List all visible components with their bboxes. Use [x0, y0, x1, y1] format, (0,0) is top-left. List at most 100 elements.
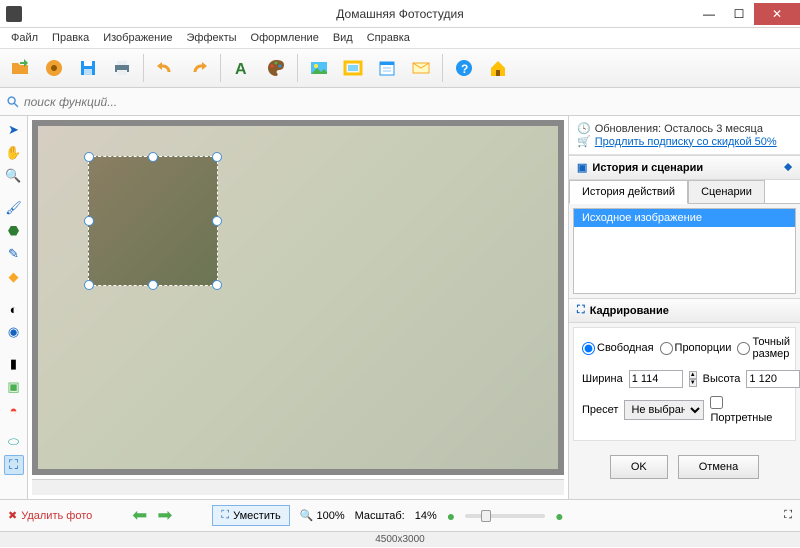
open-button[interactable]	[4, 52, 36, 84]
menu-edit[interactable]: Правка	[45, 30, 96, 46]
width-input[interactable]	[629, 370, 683, 388]
crop-handle-t[interactable]	[148, 152, 158, 162]
window-title: Домашняя Фотостудия	[336, 7, 463, 21]
tool-layers[interactable]: ▣	[4, 377, 24, 397]
horizontal-scrollbar[interactable]	[32, 479, 564, 495]
tool-pointer[interactable]: ➤	[4, 120, 24, 140]
width-label: Ширина	[582, 373, 623, 385]
menu-help[interactable]: Справка	[360, 30, 417, 46]
mode-free[interactable]: Свободная	[582, 336, 654, 360]
history-icon: ▣	[577, 161, 587, 174]
mode-prop[interactable]: Пропорции	[660, 336, 732, 360]
crop-handle-tr[interactable]	[212, 152, 222, 162]
save-button[interactable]	[72, 52, 104, 84]
help-button[interactable]: ?	[448, 52, 480, 84]
tool-patch[interactable]: ◓	[4, 400, 24, 420]
minimize-button[interactable]: —	[694, 3, 724, 25]
zoom-in-button[interactable]: ●	[555, 508, 563, 524]
prev-button[interactable]: ⬅	[132, 505, 147, 526]
menu-view[interactable]: Вид	[326, 30, 360, 46]
history-tabs: История действий Сценарии	[569, 180, 800, 204]
delete-icon: ✖	[8, 509, 17, 522]
canvas[interactable]	[32, 120, 564, 475]
crop-handle-l[interactable]	[84, 216, 94, 226]
cart-icon: 🛒	[577, 135, 591, 148]
image-dimensions: 4500x3000	[375, 534, 425, 545]
tool-brush[interactable]: 🖌	[4, 198, 24, 218]
left-toolbar: ➤ ✋ 🔍 🖌 ⬣ ✎ ◆ ◐ ◉ ▮ ▣ ◓ ⬭ ⛶	[0, 116, 28, 499]
photo-image	[38, 126, 558, 469]
crop-handle-tl[interactable]	[84, 152, 94, 162]
delete-photo-button[interactable]: ✖Удалить фото	[8, 509, 92, 522]
ok-button[interactable]: OK	[610, 455, 668, 479]
crop-handle-br[interactable]	[212, 280, 222, 290]
height-input[interactable]	[746, 370, 800, 388]
menu-bar: Файл Правка Изображение Эффекты Оформлен…	[0, 28, 800, 48]
mode-exact[interactable]: Точный размер	[737, 336, 790, 360]
fit-button[interactable]: ⛶Уместить	[212, 505, 289, 526]
renew-link[interactable]: Продлить подписку со скидкой 50%	[595, 136, 777, 148]
main-toolbar: A ?	[0, 48, 800, 88]
tool-gradient[interactable]: ▮	[4, 354, 24, 374]
tab-scenarios[interactable]: Сценарии	[688, 180, 765, 203]
redo-button[interactable]	[183, 52, 215, 84]
next-button[interactable]: ➡	[157, 505, 172, 526]
search-icon	[6, 95, 20, 109]
update-notice: 🕓 Обновления: Осталось 3 месяца 🛒 Продлить…	[569, 116, 800, 155]
tool-hand[interactable]: ✋	[4, 143, 24, 163]
calendar-button[interactable]	[371, 52, 403, 84]
tool-zoom[interactable]: 🔍	[4, 166, 24, 186]
tool-crop[interactable]: ⛶	[4, 455, 24, 475]
zoom-100-button[interactable]: 🔍100%	[300, 509, 345, 522]
tool-pen[interactable]: ✎	[4, 244, 24, 264]
cancel-button[interactable]: Отмена	[678, 455, 759, 479]
title-bar: Домашняя Фотостудия — ☐ ✕	[0, 0, 800, 28]
palette-button[interactable]	[260, 52, 292, 84]
collapse-icon[interactable]: ⬥	[784, 161, 792, 174]
menu-file[interactable]: Файл	[4, 30, 45, 46]
postcard-button[interactable]	[405, 52, 437, 84]
undo-button[interactable]	[149, 52, 181, 84]
crop-rectangle[interactable]	[88, 156, 218, 286]
zoom-slider-thumb[interactable]	[481, 510, 491, 522]
recent-button[interactable]	[38, 52, 70, 84]
portrait-checkbox[interactable]: Портретные	[710, 396, 787, 424]
history-item-original[interactable]: Исходное изображение	[574, 209, 795, 227]
update-text: Обновления: Осталось 3 месяца	[595, 123, 763, 135]
svg-text:?: ?	[461, 62, 468, 76]
clock-icon: 🕓	[577, 122, 591, 135]
zoom-slider[interactable]	[465, 514, 545, 518]
tool-blur[interactable]: ◉	[4, 322, 24, 342]
history-list[interactable]: Исходное изображение	[573, 208, 796, 294]
crop-handle-b[interactable]	[148, 280, 158, 290]
crop-handle-r[interactable]	[212, 216, 222, 226]
tool-stamp[interactable]: ⬣	[4, 221, 24, 241]
scale-value: 14%	[415, 510, 437, 522]
tool-contrast[interactable]: ◐	[4, 299, 24, 319]
status-bar: 4500x3000	[0, 531, 800, 547]
menu-effects[interactable]: Эффекты	[180, 30, 244, 46]
search-input[interactable]	[20, 95, 794, 109]
expand-button[interactable]: ⛶	[784, 509, 792, 522]
preset-select[interactable]: Не выбрано	[624, 400, 704, 420]
maximize-button[interactable]: ☐	[724, 3, 754, 25]
right-panel: 🕓 Обновления: Осталось 3 месяца 🛒 Продлить…	[568, 116, 800, 499]
text-button[interactable]: A	[226, 52, 258, 84]
tool-shape[interactable]: ◆	[4, 267, 24, 287]
zoom-out-button[interactable]: ●	[447, 508, 455, 524]
home-button[interactable]	[482, 52, 514, 84]
close-button[interactable]: ✕	[754, 3, 800, 25]
image-button[interactable]	[303, 52, 335, 84]
menu-image[interactable]: Изображение	[96, 30, 179, 46]
width-spinner[interactable]: ▲▼	[689, 371, 697, 387]
canvas-area	[28, 116, 568, 499]
zoom-icon: 🔍	[300, 509, 314, 522]
height-label: Высота	[703, 373, 741, 385]
frame-button[interactable]	[337, 52, 369, 84]
print-button[interactable]	[106, 52, 138, 84]
tab-history[interactable]: История действий	[569, 180, 688, 204]
menu-decoration[interactable]: Оформление	[244, 30, 326, 46]
tool-eraser[interactable]: ⬭	[4, 432, 24, 452]
crop-panel-body: Свободная Пропорции Точный размер Ширина…	[573, 327, 796, 441]
crop-handle-bl[interactable]	[84, 280, 94, 290]
